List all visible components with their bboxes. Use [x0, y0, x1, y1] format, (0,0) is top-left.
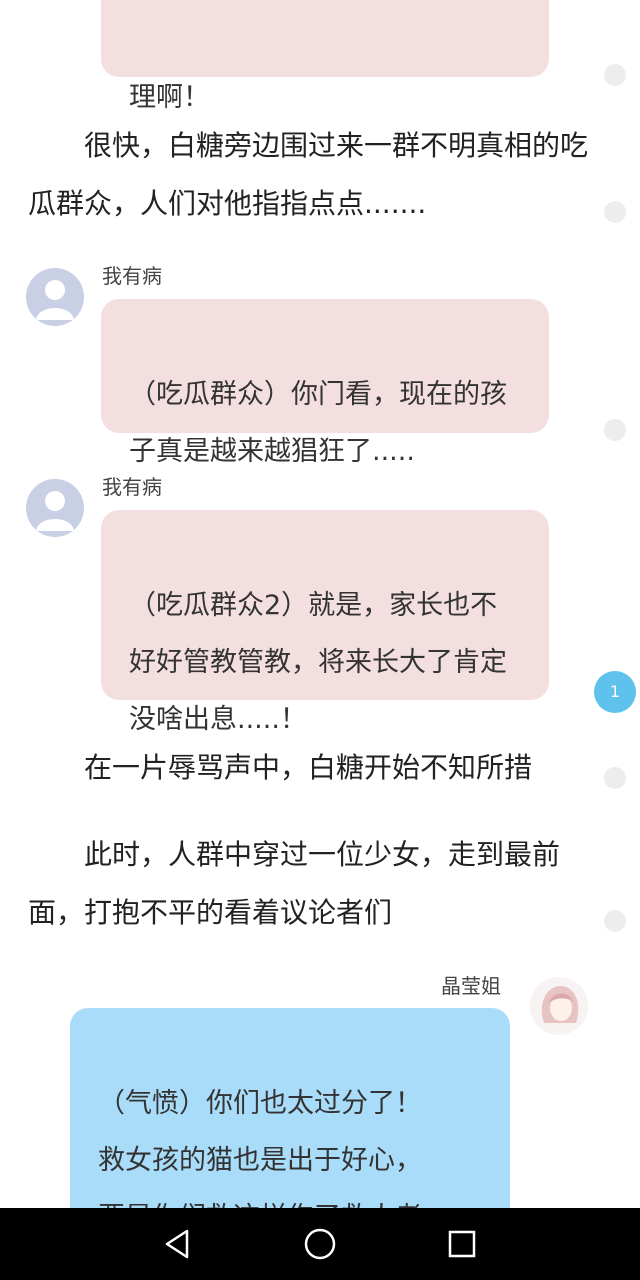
chat-bubble-text: 理啊！ — [129, 82, 210, 113]
story-content[interactable]: 理啊！ 很快，白糖旁边围过来一群不明真相的吃瓜群众，人们对他指指点点......… — [0, 0, 640, 1208]
narration-paragraph: 很快，白糖旁边围过来一群不明真相的吃瓜群众，人们对他指指点点....... — [28, 129, 589, 220]
sender-name: 我有病 — [102, 475, 162, 499]
system-navigation-bar — [0, 1208, 640, 1280]
nav-home-button[interactable] — [298, 1222, 342, 1266]
sender-name: 晶莹姐 — [441, 974, 501, 998]
sender-name: 我有病 — [102, 264, 162, 288]
chat-bubble-text: （吃瓜群众2）就是，家长也不好好管教管教，将来长大了肯定没啥出息.....！ — [129, 590, 507, 735]
avatar[interactable] — [26, 268, 84, 326]
comment-dot[interactable] — [604, 419, 626, 441]
comment-dot[interactable] — [604, 767, 626, 789]
default-user-icon — [36, 280, 74, 320]
chat-bubble: （吃瓜群众2）就是，家长也不好好管教管教，将来长大了肯定没啥出息.....！ — [101, 510, 549, 735]
avatar[interactable] — [530, 977, 588, 1035]
anime-girl-avatar-icon — [530, 977, 588, 1035]
triangle-back-icon — [165, 1229, 189, 1259]
comment-dot[interactable] — [604, 910, 626, 932]
square-recent-icon — [448, 1230, 476, 1258]
chat-bubble: （吃瓜群众）你门看，现在的孩子真是越来越猖狂了..... — [101, 299, 549, 467]
chat-bubble-self: （气愤）你们也太过分了！ 救女孩的猫也是出于好心， 要是你们救这样伤了救人者 的… — [70, 1008, 510, 1208]
circle-home-icon — [304, 1228, 336, 1260]
comment-dot[interactable] — [604, 64, 626, 86]
chat-bubble-top: 理啊！ — [101, 0, 549, 113]
narration-paragraph: 此时，人群中穿过一位少女，走到最前面，打抱不平的看着议论者们 — [28, 838, 561, 929]
comment-dot[interactable] — [604, 201, 626, 223]
chat-bubble-text: （吃瓜群众）你门看，现在的孩子真是越来越猖狂了..... — [129, 379, 507, 467]
default-user-icon — [36, 491, 74, 531]
nav-back-button[interactable] — [156, 1222, 200, 1266]
nav-recent-button[interactable] — [440, 1222, 484, 1266]
avatar[interactable] — [26, 479, 84, 537]
narration-paragraph: 在一片辱骂声中，白糖开始不知所措 — [28, 751, 533, 784]
comment-count-badge[interactable]: 1 — [594, 671, 636, 713]
chat-bubble-text: （气愤）你们也太过分了！ 救女孩的猫也是出于好心， 要是你们救这样伤了救人者 的… — [98, 1088, 422, 1208]
